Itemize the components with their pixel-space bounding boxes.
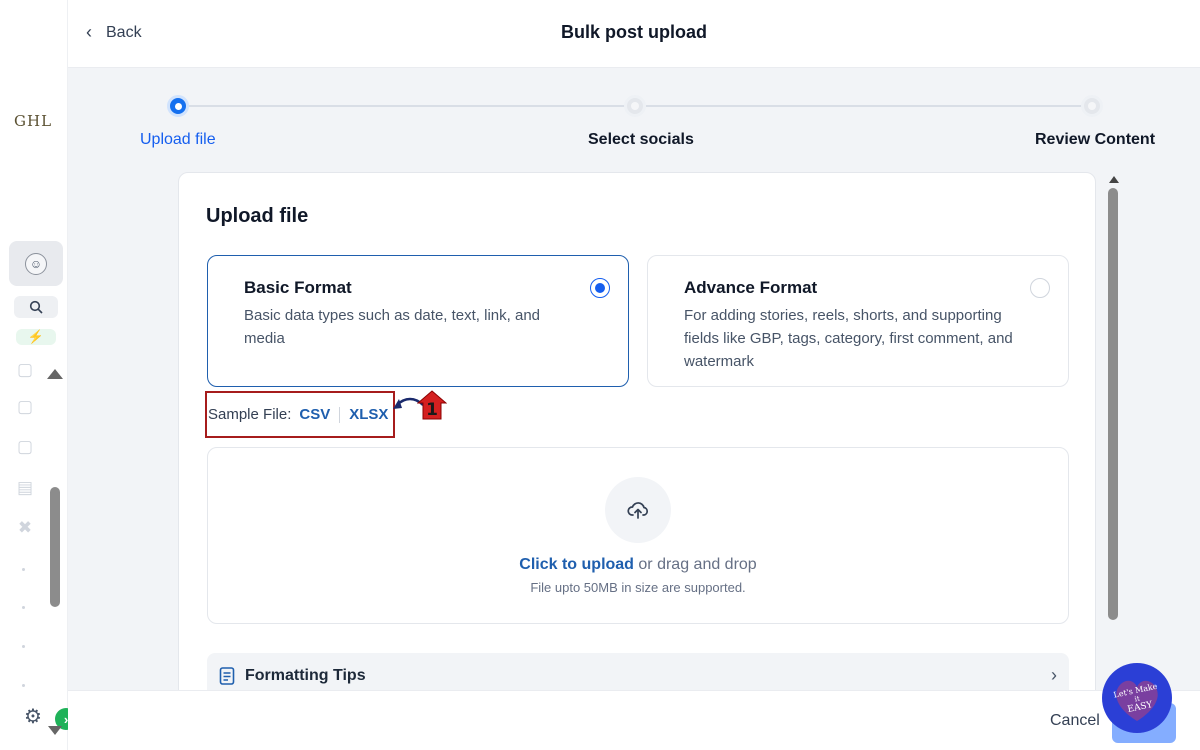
annotation-number: 1 <box>426 400 438 420</box>
tools-icon[interactable]: ✖ <box>14 518 36 540</box>
dropzone-text: Click to upload or drag and drop <box>208 556 1068 574</box>
sample-file-box: Sample File: CSV XLSX <box>205 391 395 438</box>
basic-format-option[interactable]: Basic Format Basic data types such as da… <box>207 255 629 387</box>
scroll-up-arrow[interactable] <box>1109 176 1119 183</box>
sample-xlsx-link[interactable]: XLSX <box>349 406 388 423</box>
step-label-review-content[interactable]: Review Content <box>1035 131 1155 149</box>
sample-csv-link[interactable]: CSV <box>299 406 330 423</box>
sidebar-dot <box>22 606 25 609</box>
search-button[interactable] <box>14 296 58 318</box>
stepper-line <box>646 105 1092 107</box>
sample-file-label: Sample File: <box>208 406 292 423</box>
main-content: Upload file Select socials Review Conten… <box>68 68 1200 712</box>
step-dot-select-socials <box>624 95 646 117</box>
top-header: ‹ Back Bulk post upload <box>68 0 1200 68</box>
click-to-upload-link[interactable]: Click to upload <box>519 556 634 573</box>
scroll-down-arrow[interactable] <box>48 726 62 735</box>
option-title: Basic Format <box>244 278 352 297</box>
divider <box>339 406 341 423</box>
gear-icon[interactable]: ⚙ <box>24 704 42 729</box>
annotation-badge-icon: 1 <box>417 390 447 420</box>
ghl-logo: GHL <box>14 112 53 130</box>
step-dot-review-content <box>1081 95 1103 117</box>
quick-actions-button[interactable]: ⚡ <box>16 329 56 345</box>
page-title: Bulk post upload <box>561 22 707 42</box>
sidebar-dot <box>22 568 25 571</box>
user-profile-button[interactable]: ☺ <box>9 241 63 286</box>
card-title: Upload file <box>206 205 309 227</box>
advance-format-option[interactable]: Advance Format For adding stories, reels… <box>647 255 1069 387</box>
user-icon: ☺ <box>25 252 47 275</box>
search-icon <box>29 300 43 314</box>
main-scrollbar-thumb[interactable] <box>1108 188 1118 620</box>
upload-card: Upload file Basic Format Basic data type… <box>178 172 1096 712</box>
chevron-right-icon: › <box>1051 665 1057 685</box>
document-icon <box>219 667 235 685</box>
option-description: For adding stories, reels, shorts, and s… <box>684 307 1013 370</box>
cloud-upload-icon <box>627 502 648 519</box>
upload-icon-wrapper <box>605 477 671 543</box>
cancel-button[interactable]: Cancel <box>1050 712 1100 730</box>
basic-format-radio[interactable] <box>590 278 610 298</box>
advance-format-radio[interactable] <box>1030 278 1050 298</box>
sidebar-dot <box>22 645 25 648</box>
step-dot-upload-file <box>167 95 189 117</box>
scroll-up-arrow[interactable] <box>47 369 63 379</box>
stepper-line <box>188 105 636 107</box>
drag-and-drop-text: or drag and drop <box>633 556 757 573</box>
formatting-tips-label: Formatting Tips <box>245 667 366 684</box>
cube-icon[interactable]: ▢ <box>14 397 36 419</box>
lets-make-it-easy-watermark: Let's Make it EASY <box>1102 663 1172 733</box>
sidebar-dot <box>22 684 25 687</box>
file-dropzone[interactable]: Click to upload or drag and drop File up… <box>207 447 1069 624</box>
footer-bar: Cancel <box>68 690 1200 750</box>
dropzone-subtext: File upto 50MB in size are supported. <box>530 580 746 595</box>
sidebar-scrollbar-thumb[interactable] <box>50 487 60 607</box>
option-title: Advance Format <box>684 278 818 297</box>
clipboard-icon[interactable]: ▤ <box>14 478 36 500</box>
option-description: Basic data types such as date, text, lin… <box>244 307 541 347</box>
cube-icon[interactable]: ▢ <box>14 360 36 382</box>
step-label-upload-file[interactable]: Upload file <box>140 131 216 149</box>
left-sidebar: GHL ☺ ⚡ ▢ ▢ ▢ ▤ ✖ ⚙ › <box>0 0 77 750</box>
cube-icon[interactable]: ▢ <box>14 437 36 459</box>
lightning-icon: ⚡ <box>27 329 45 344</box>
step-label-select-socials[interactable]: Select socials <box>588 131 694 149</box>
